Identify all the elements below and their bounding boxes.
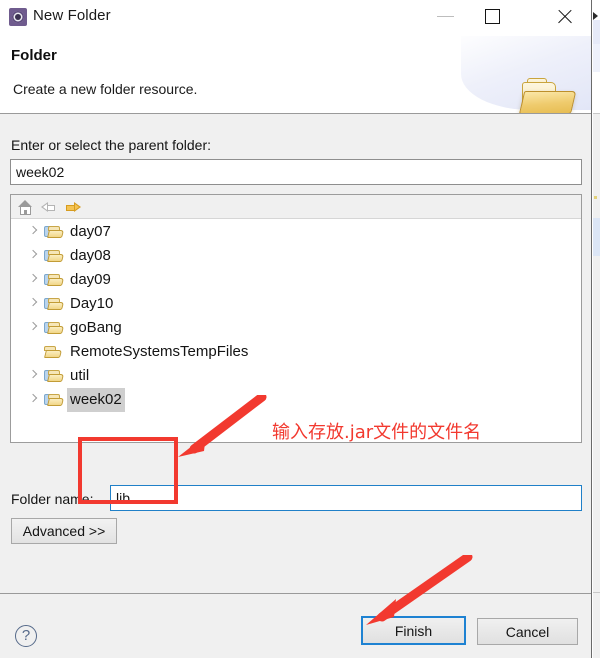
finish-button[interactable]: Finish	[361, 616, 466, 645]
tree-toolbar	[11, 195, 581, 219]
tree-item-label: day09	[70, 271, 111, 288]
tree-item-label: RemoteSystemsTempFiles	[70, 343, 249, 360]
tree-item[interactable]: day07	[11, 220, 581, 244]
folder-tree-panel: day07 day08 day09 Day10 goBang RemoteSys…	[10, 194, 582, 443]
open-folder-icon	[519, 78, 577, 113]
wizard-header: Folder Create a new folder resource.	[0, 36, 591, 114]
forward-arrow-icon[interactable]	[65, 199, 82, 216]
folder-icon	[44, 393, 64, 407]
folder-name-input[interactable]	[110, 485, 582, 511]
folder-icon	[44, 225, 64, 239]
page-subtitle: Create a new folder resource.	[13, 81, 198, 97]
chevron-right-icon[interactable]	[29, 251, 38, 260]
folder-icon	[44, 321, 64, 335]
tree-item[interactable]: util	[11, 364, 581, 388]
home-icon[interactable]	[17, 199, 34, 216]
chevron-right-icon[interactable]	[29, 371, 38, 380]
parent-folder-input[interactable]	[10, 159, 582, 185]
advanced-button[interactable]: Advanced >>	[11, 518, 117, 544]
folder-icon	[44, 369, 64, 383]
folder-icon	[44, 273, 64, 287]
background-window-edge	[593, 0, 600, 658]
page-title: Folder	[11, 47, 57, 64]
folder-tree-list[interactable]: day07 day08 day09 Day10 goBang RemoteSys…	[11, 220, 581, 442]
back-arrow-icon[interactable]	[41, 199, 58, 216]
title-bar: New Folder	[0, 0, 591, 36]
chevron-right-icon[interactable]	[29, 275, 38, 284]
dialog-body: Enter or select the parent folder: week0…	[0, 115, 591, 593]
folder-plain-icon	[44, 345, 62, 359]
tree-item-label: goBang	[70, 319, 122, 336]
chevron-right-icon[interactable]	[29, 227, 38, 236]
tree-item[interactable]: goBang	[11, 316, 581, 340]
folder-icon	[44, 297, 64, 311]
tree-item-label: day07	[70, 223, 111, 240]
tree-item-label: week02	[67, 388, 125, 412]
window-title: New Folder	[33, 7, 111, 24]
tree-item-selected[interactable]: week02	[11, 388, 581, 412]
chevron-right-icon[interactable]	[29, 299, 38, 308]
scroll-up-icon[interactable]	[593, 12, 598, 20]
help-question-icon[interactable]: ?	[15, 625, 37, 647]
minimize-icon[interactable]	[423, 0, 469, 32]
eclipse-wizard-icon	[9, 8, 27, 26]
close-icon[interactable]	[541, 0, 587, 32]
tree-item[interactable]: RemoteSystemsTempFiles	[11, 340, 581, 364]
tree-item-label: day08	[70, 247, 111, 264]
folder-icon	[44, 249, 64, 263]
parent-folder-label: Enter or select the parent folder:	[11, 137, 211, 153]
dialog-footer: ? Finish Cancel	[0, 593, 591, 658]
chevron-right-icon[interactable]	[29, 323, 38, 332]
chevron-right-icon[interactable]	[29, 395, 38, 404]
tree-item-label: Day10	[70, 295, 114, 312]
cancel-button[interactable]: Cancel	[477, 618, 578, 645]
folder-name-label: Folder name:	[11, 491, 94, 507]
tree-item-label: util	[70, 367, 90, 384]
tree-item[interactable]: day09	[11, 268, 581, 292]
new-folder-dialog: New Folder Folder Create a new folder re…	[0, 0, 592, 658]
maximize-icon[interactable]	[469, 0, 515, 32]
tree-item[interactable]: day08	[11, 244, 581, 268]
tree-item[interactable]: Day10	[11, 292, 581, 316]
